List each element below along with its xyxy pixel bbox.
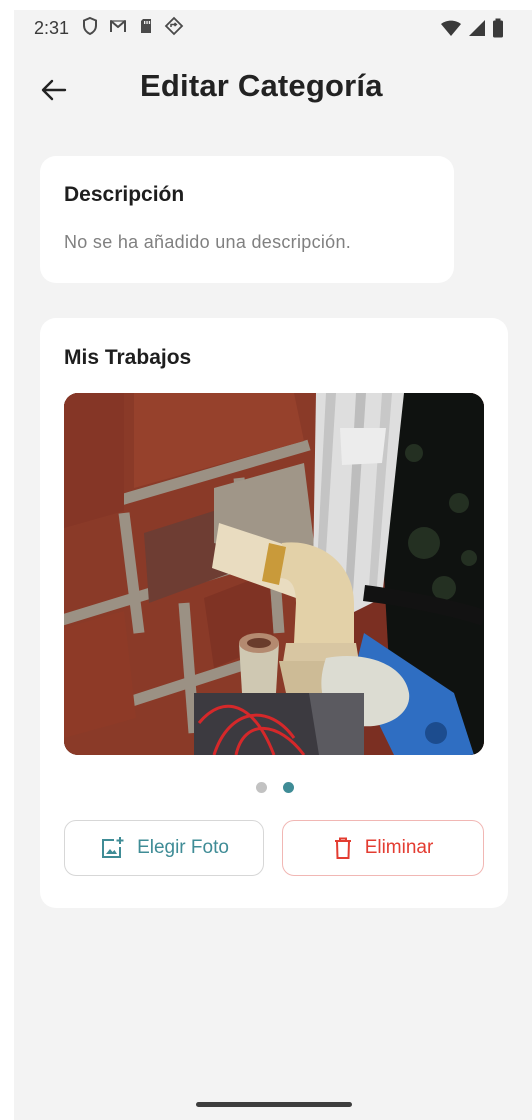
description-heading: Descripción <box>64 183 185 206</box>
photo-pager <box>256 782 294 793</box>
wifi-icon <box>441 20 461 36</box>
choose-photo-button[interactable]: Elegir Foto <box>64 820 264 876</box>
sd-card-icon <box>141 19 151 33</box>
trash-icon <box>334 837 351 859</box>
work-photo-carousel[interactable] <box>64 393 484 755</box>
works-card: Mis Trabajos Elegir Foto Eliminar <box>40 318 508 908</box>
choose-photo-label: Elegir Foto <box>137 837 229 858</box>
page-title: Editar Categoría <box>140 68 383 103</box>
works-heading: Mis Trabajos <box>64 346 192 369</box>
home-indicator[interactable] <box>196 1102 352 1107</box>
location-diamond-icon <box>164 16 184 36</box>
description-text: No se ha añadido una descripción. <box>64 232 352 252</box>
status-time: 2:31 <box>34 18 70 38</box>
signal-icon <box>469 20 485 36</box>
add-photo-icon <box>102 837 124 858</box>
battery-icon <box>493 18 503 38</box>
work-photo <box>64 393 484 755</box>
gmail-icon <box>110 20 126 32</box>
app-screen: 2:31 Editar Categoría Descripción No se … <box>14 10 532 1120</box>
description-card: Descripción No se ha añadido una descrip… <box>40 156 454 283</box>
status-notification-icons <box>80 16 184 36</box>
delete-label: Eliminar <box>364 837 434 858</box>
back-button[interactable] <box>34 70 74 110</box>
pager-dot[interactable] <box>256 782 267 793</box>
shield-icon <box>83 16 97 36</box>
arrow-left-icon <box>41 79 67 101</box>
status-system-icons <box>440 18 504 38</box>
pager-dot-active[interactable] <box>283 782 294 793</box>
delete-button[interactable]: Eliminar <box>282 820 484 876</box>
status-bar: 2:31 <box>14 10 532 46</box>
